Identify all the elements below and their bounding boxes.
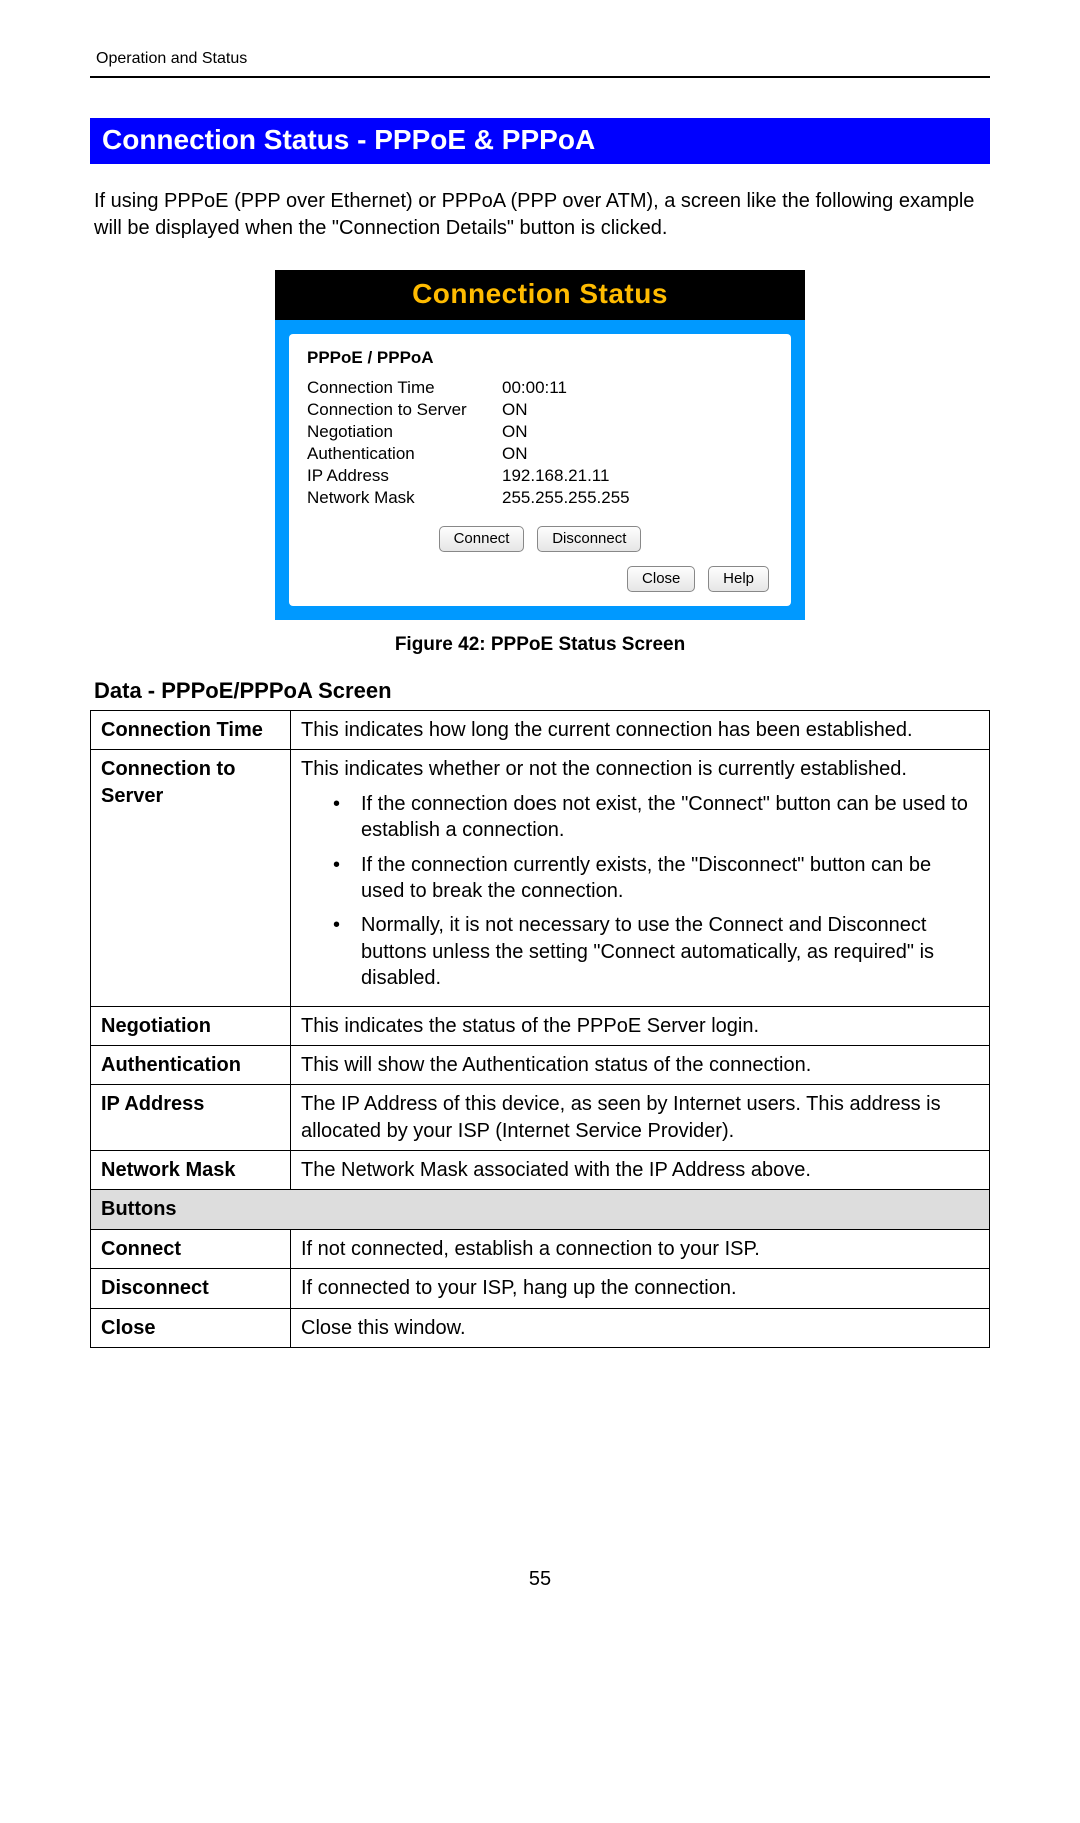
status-row-value: 00:00:11	[502, 378, 773, 398]
table-row-label: Negotiation	[91, 1006, 291, 1045]
status-row-value: ON	[502, 400, 773, 420]
bullet-item: If the connection does not exist, the "C…	[301, 791, 979, 844]
data-table: Connection TimeThis indicates how long t…	[90, 710, 990, 1348]
button-row-secondary: Close Help	[307, 566, 773, 592]
table-row-desc: This indicates how long the current conn…	[291, 711, 990, 750]
table-row-label: Network Mask	[91, 1151, 291, 1190]
figure-caption: Figure 42: PPPoE Status Screen	[90, 634, 990, 656]
intro-paragraph: If using PPPoE (PPP over Ethernet) or PP…	[94, 188, 990, 242]
panel-title: PPPoE / PPPoA	[307, 348, 773, 368]
chapter-rule	[90, 76, 990, 78]
status-row-label: Connection to Server	[307, 400, 502, 420]
table-row-desc: Close this window.	[291, 1308, 990, 1347]
table-row: AuthenticationThis will show the Authent…	[91, 1045, 990, 1084]
bullet-item: Normally, it is not necessary to use the…	[301, 912, 979, 991]
table-row: NegotiationThis indicates the status of …	[91, 1006, 990, 1045]
table-row: ConnectIf not connected, establish a con…	[91, 1229, 990, 1268]
table-row-label: Connection Time	[91, 711, 291, 750]
disconnect-button[interactable]: Disconnect	[537, 526, 641, 552]
status-row-label: Negotiation	[307, 422, 502, 442]
table-row-label: Close	[91, 1308, 291, 1347]
status-row: Network Mask255.255.255.255	[307, 488, 773, 508]
bullet-item: If the connection currently exists, the …	[301, 852, 979, 905]
status-frame-title: Connection Status	[275, 270, 805, 320]
table-row: Network MaskThe Network Mask associated …	[91, 1151, 990, 1190]
status-row: IP Address192.168.21.11	[307, 466, 773, 486]
status-row: Connection to ServerON	[307, 400, 773, 420]
close-button[interactable]: Close	[627, 566, 695, 592]
table-row: Connection to ServerThis indicates wheth…	[91, 750, 990, 1006]
data-heading: Data - PPPoE/PPPoA Screen	[94, 678, 990, 704]
status-row-label: IP Address	[307, 466, 502, 486]
table-row-desc: This indicates whether or not the connec…	[291, 750, 990, 1006]
help-button[interactable]: Help	[708, 566, 769, 592]
table-row-desc: The IP Address of this device, as seen b…	[291, 1085, 990, 1151]
section-title: Connection Status - PPPoE & PPPoA	[90, 118, 990, 164]
status-row-label: Connection Time	[307, 378, 502, 398]
table-row-label: IP Address	[91, 1085, 291, 1151]
figure-wrap: Connection Status PPPoE / PPPoA Connecti…	[90, 270, 990, 620]
table-row: CloseClose this window.	[91, 1308, 990, 1347]
table-row-desc: The Network Mask associated with the IP …	[291, 1151, 990, 1190]
status-frame: Connection Status PPPoE / PPPoA Connecti…	[275, 270, 805, 620]
button-row-main: Connect Disconnect	[307, 526, 773, 552]
status-row-label: Network Mask	[307, 488, 502, 508]
table-row-label: Authentication	[91, 1045, 291, 1084]
table-row-desc: This will show the Authentication status…	[291, 1045, 990, 1084]
table-row-desc: This indicates the status of the PPPoE S…	[291, 1006, 990, 1045]
table-row-desc: If not connected, establish a connection…	[291, 1229, 990, 1268]
page-number: 55	[90, 1568, 990, 1591]
table-row-label: Connect	[91, 1229, 291, 1268]
status-row-value: 255.255.255.255	[502, 488, 773, 508]
status-row: Connection Time00:00:11	[307, 378, 773, 398]
table-row-label: Disconnect	[91, 1269, 291, 1308]
status-row-value: ON	[502, 422, 773, 442]
table-row: Connection TimeThis indicates how long t…	[91, 711, 990, 750]
status-row-value: 192.168.21.11	[502, 466, 773, 486]
connect-button[interactable]: Connect	[439, 526, 525, 552]
chapter-header: Operation and Status	[90, 50, 990, 68]
status-panel: PPPoE / PPPoA Connection Time00:00:11Con…	[289, 334, 791, 606]
table-section-buttons: Buttons	[91, 1190, 990, 1229]
status-row: NegotiationON	[307, 422, 773, 442]
table-row-label: Connection to Server	[91, 750, 291, 1006]
status-row: AuthenticationON	[307, 444, 773, 464]
table-row: IP AddressThe IP Address of this device,…	[91, 1085, 990, 1151]
status-row-value: ON	[502, 444, 773, 464]
table-row: DisconnectIf connected to your ISP, hang…	[91, 1269, 990, 1308]
table-row-desc: If connected to your ISP, hang up the co…	[291, 1269, 990, 1308]
status-row-label: Authentication	[307, 444, 502, 464]
